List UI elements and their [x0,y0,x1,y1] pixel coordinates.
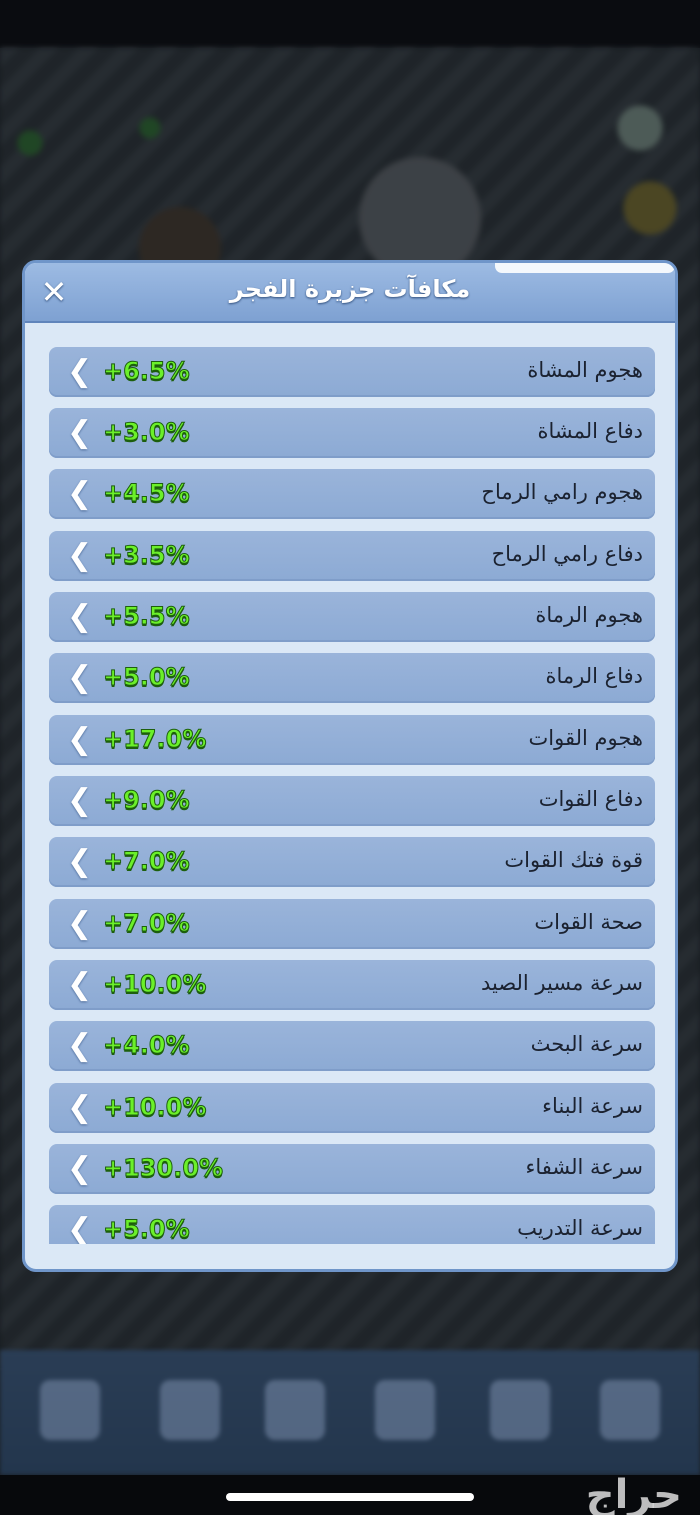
bonus-value: +5.5% [103,602,191,631]
chevron-left-icon: ❮ [67,722,93,757]
bonus-row[interactable]: ❮ +5.0% دفاع الرماة [49,653,655,703]
bonus-label: دفاع المشاة [537,419,643,443]
bonus-value: +5.0% [103,1215,191,1244]
bonus-value: +4.0% [103,1031,191,1060]
bonus-row[interactable]: ❮ +3.0% دفاع المشاة [49,408,655,458]
bonus-value: +5.0% [103,663,191,692]
bottom-bar-slot [600,1380,660,1440]
bonus-row[interactable]: ❮ +9.0% دفاع القوات [49,776,655,826]
chevron-left-icon: ❮ [67,538,93,573]
bonus-value: +4.5% [103,479,191,508]
bonus-row[interactable]: ❮ +130.0% سرعة الشفاء [49,1144,655,1194]
chevron-left-icon: ❮ [67,1151,93,1186]
bonus-row[interactable]: ❮ +7.0% صحة القوات [49,899,655,949]
bottom-bar-slot [375,1380,435,1440]
chevron-left-icon: ❮ [67,1090,93,1125]
bonus-value: +3.0% [103,418,191,447]
bonus-row[interactable]: ❮ +3.5% دفاع رامي الرماح [49,531,655,581]
bonus-row[interactable]: ❮ +4.0% سرعة البحث [49,1021,655,1071]
bonus-label: هجوم الرماة [535,603,643,627]
bonus-list[interactable]: ❮ +6.5% هجوم المشاة ❮ +3.0% دفاع المشاة … [49,347,655,1244]
bonus-label: دفاع الرماة [545,664,643,688]
game-screen: ✕ مكافآت جزيرة الفجر ❮ +6.5% هجوم المشاة… [0,0,700,1515]
bonus-label: هجوم القوات [528,726,643,750]
bonus-row[interactable]: ❮ +4.5% هجوم رامي الرماح [49,469,655,519]
bonus-label: هجوم رامي الرماح [481,480,643,504]
bonus-row[interactable]: ❮ +6.5% هجوم المشاة [49,347,655,397]
bottom-bar-slot [40,1380,100,1440]
dialog-title: مكافآت جزيرة الفجر [229,275,471,303]
bonus-label: سرعة التدريب [517,1216,643,1240]
bonus-value: +3.5% [103,541,191,570]
bonus-row[interactable]: ❮ +17.0% هجوم القوات [49,715,655,765]
chevron-left-icon: ❮ [67,906,93,941]
chevron-left-icon: ❮ [67,415,93,450]
status-bar-area [0,0,700,48]
bonus-row[interactable]: ❮ +10.0% سرعة البناء [49,1083,655,1133]
chevron-left-icon: ❮ [67,1212,93,1245]
bonus-label: سرعة مسير الصيد [480,971,643,995]
chevron-left-icon: ❮ [67,783,93,818]
chevron-left-icon: ❮ [67,354,93,389]
bonus-value: +10.0% [102,970,207,999]
dawn-island-bonuses-dialog: ✕ مكافآت جزيرة الفجر ❮ +6.5% هجوم المشاة… [22,260,678,1272]
bonus-row[interactable]: ❮ +5.5% هجوم الرماة [49,592,655,642]
chevron-left-icon: ❮ [67,1028,93,1063]
chevron-left-icon: ❮ [67,476,93,511]
chevron-left-icon: ❮ [67,660,93,695]
bonus-label: سرعة البناء [542,1094,643,1118]
chevron-left-icon: ❮ [67,967,93,1002]
bonus-label: سرعة البحث [530,1032,643,1056]
bonus-label: صحة القوات [534,910,643,934]
bonus-label: دفاع رامي الرماح [491,542,643,566]
home-indicator[interactable] [226,1493,474,1501]
bonus-row[interactable]: ❮ +10.0% سرعة مسير الصيد [49,960,655,1010]
bonus-value: +130.0% [102,1154,224,1183]
bottom-bar-slot [265,1380,325,1440]
bonus-value: +10.0% [102,1093,207,1122]
bonus-row[interactable]: ❮ +5.0% سرعة التدريب [49,1205,655,1244]
dialog-header: ✕ مكافآت جزيرة الفجر [25,263,675,323]
bonus-value: +6.5% [103,357,191,386]
bonus-row[interactable]: ❮ +7.0% قوة فتك القوات [49,837,655,887]
bonus-label: سرعة الشفاء [525,1155,643,1179]
bonus-value: +7.0% [103,847,191,876]
chevron-left-icon: ❮ [67,599,93,634]
bottom-bar-slot [160,1380,220,1440]
bonus-label: دفاع القوات [538,787,643,811]
chevron-left-icon: ❮ [67,844,93,879]
bonus-label: قوة فتك القوات [504,848,643,872]
bonus-value: +9.0% [103,786,191,815]
bonus-value: +17.0% [102,725,207,754]
haraj-watermark: حراج [585,1472,682,1515]
bonus-value: +7.0% [103,909,191,938]
bottom-bar-slot [490,1380,550,1440]
snow-decoration [495,263,675,273]
blurred-bottom-bar [0,1350,700,1475]
bonus-label: هجوم المشاة [527,358,643,382]
